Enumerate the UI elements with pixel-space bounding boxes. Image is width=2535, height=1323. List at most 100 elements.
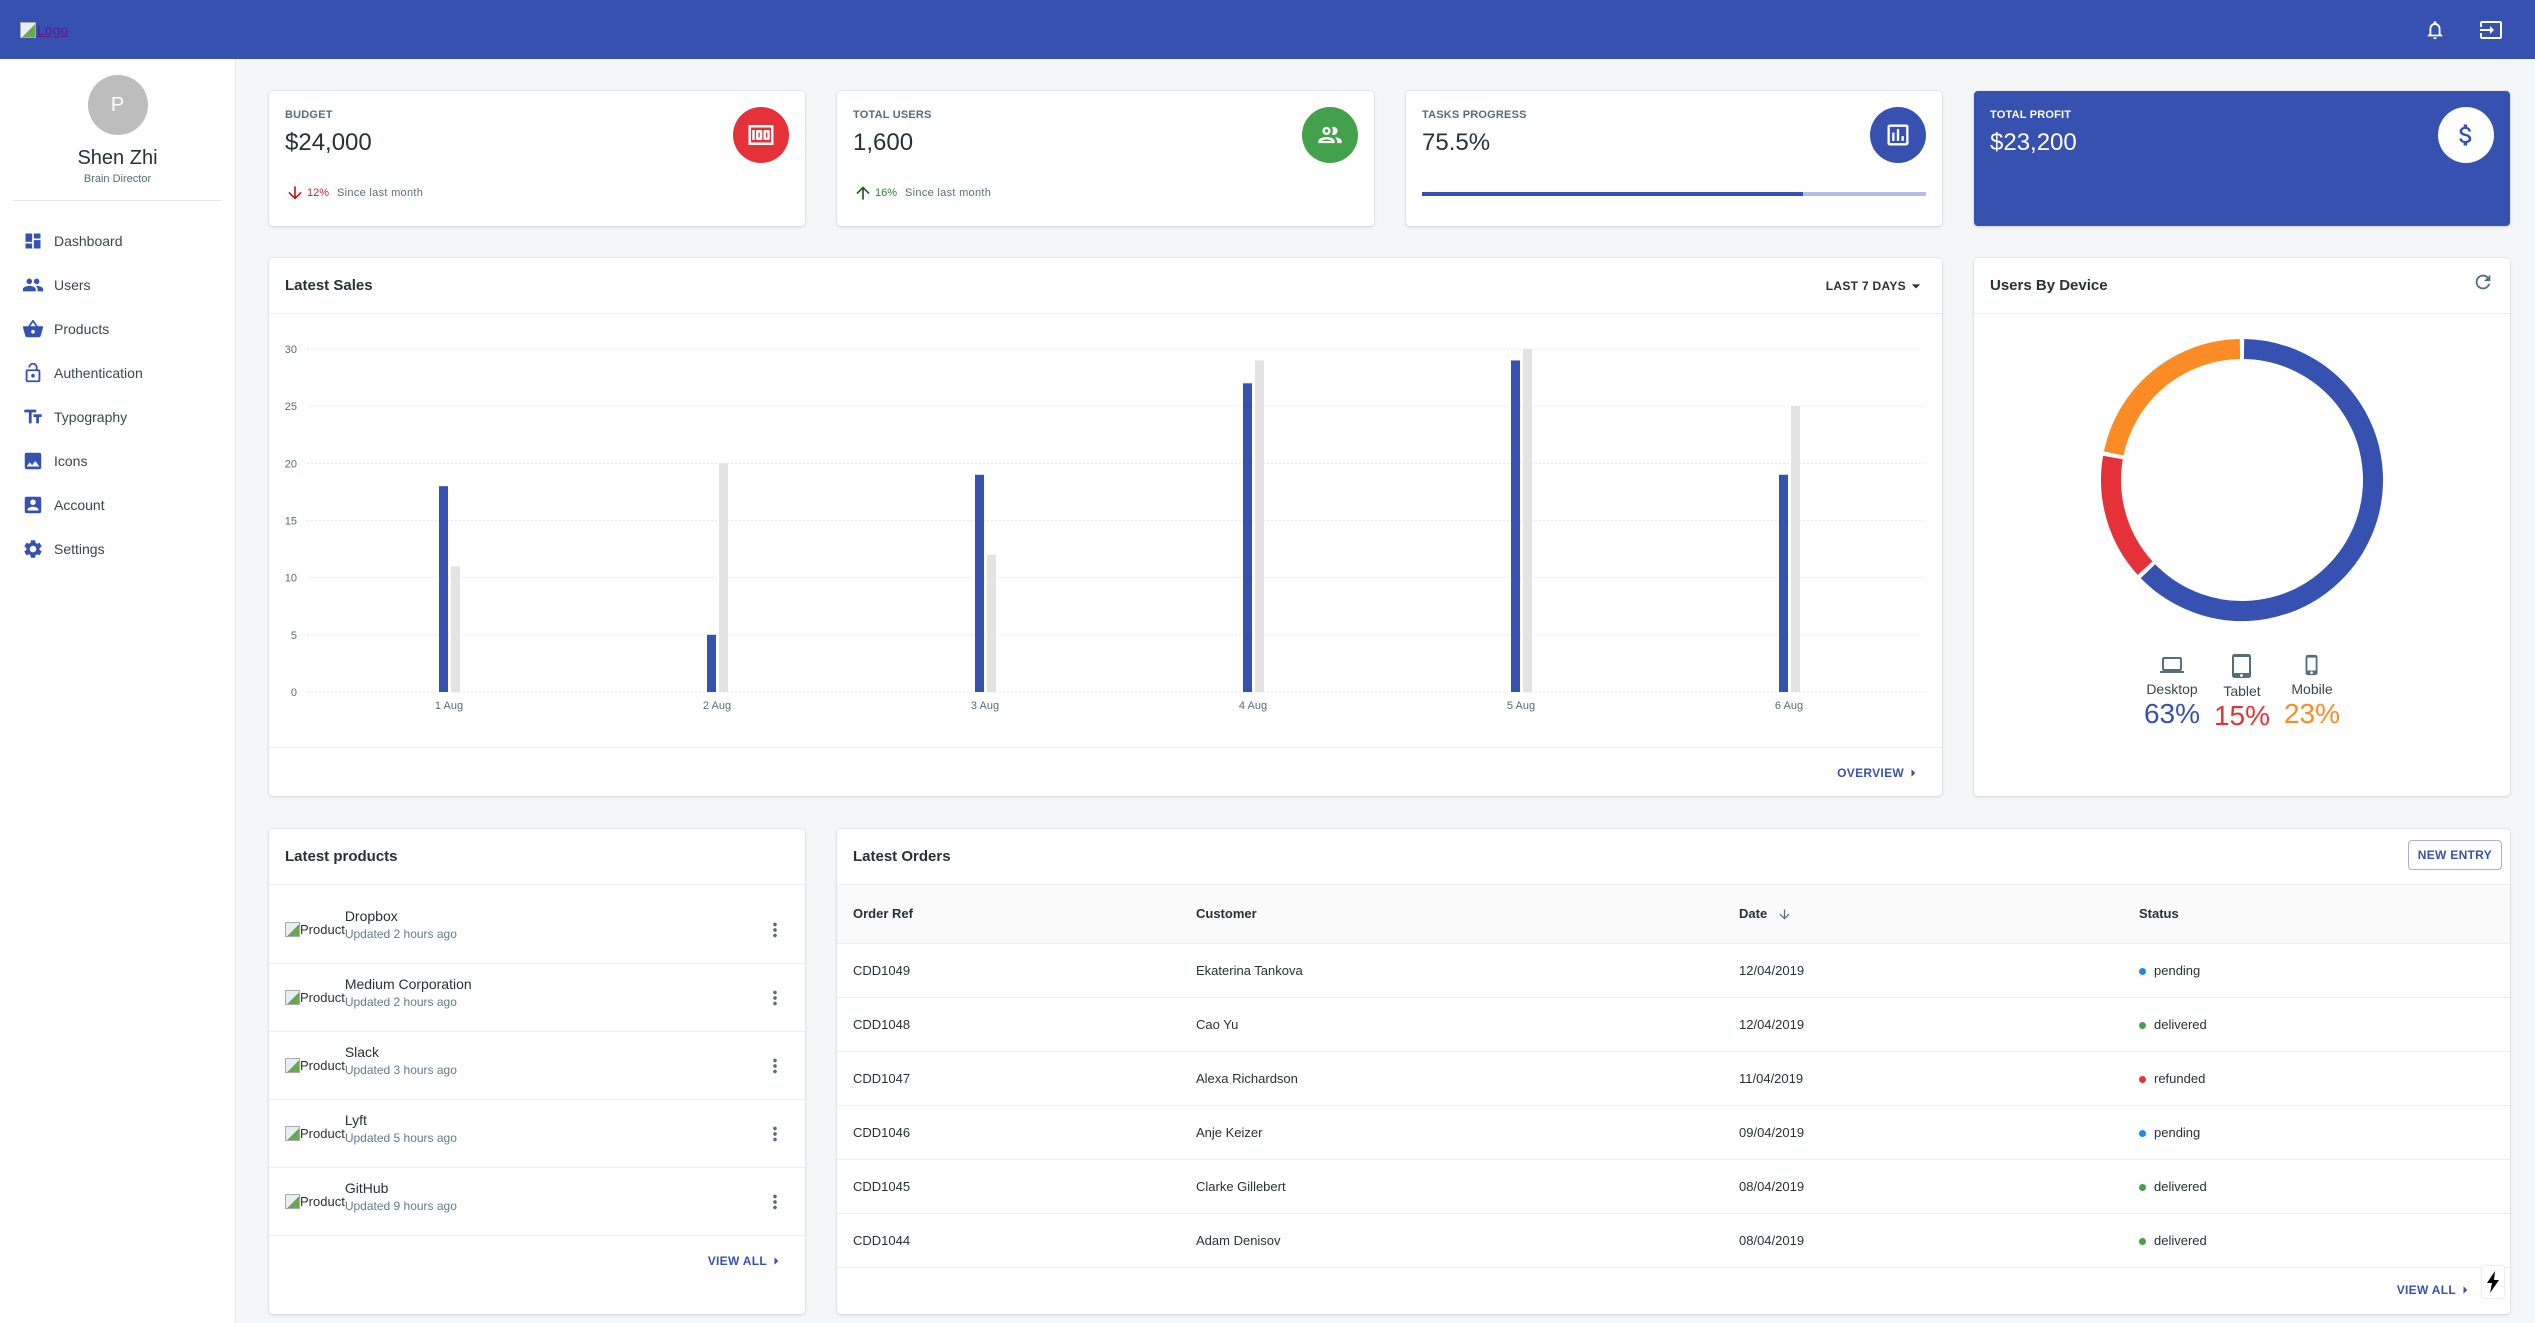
budget-diff-value: 12% [307, 187, 330, 199]
image-icon [22, 450, 44, 472]
x-tick-label: 1 Aug [435, 700, 463, 712]
bar-this-year[interactable] [707, 634, 716, 692]
order-row[interactable]: CDD1045 Clarke Gillebert 08/04/2019 deliver… [837, 1159, 2510, 1214]
bar-this-year[interactable] [1243, 383, 1252, 692]
quick-action-button[interactable] [2482, 1266, 2504, 1298]
tasks-progress-value: 75.5% [1422, 129, 1491, 156]
order-row[interactable]: CDD1049 Ekaterina Tankova 12/04/2019 pendin… [837, 943, 2510, 998]
sidebar-item-authentication[interactable]: Authentication [0, 351, 235, 395]
orders-view-all-link[interactable]: VIEW ALL [2397, 1281, 2474, 1299]
budget-title: BUDGET [285, 109, 333, 121]
bar-this-year[interactable] [1779, 474, 1788, 692]
sidebar-nav: Dashboard Users Products Authentication … [0, 201, 235, 571]
donut-slice-tablet[interactable] [2101, 455, 2153, 575]
date-range-dropdown[interactable]: LAST 7 DAYS [1826, 276, 1926, 296]
bar-last-year[interactable] [719, 463, 728, 692]
product-image: Product [285, 1194, 345, 1209]
order-row[interactable]: CDD1046 Anje Keizer 09/04/2019 pending [837, 1105, 2510, 1160]
bar-this-year[interactable] [439, 486, 448, 692]
donut-slice-desktop[interactable] [2140, 339, 2383, 621]
sidebar-item-typography[interactable]: Typography [0, 395, 235, 439]
bar-last-year[interactable] [451, 566, 460, 692]
broken-image-icon [20, 21, 36, 38]
sidebar: P Shen Zhi Brain Director Dashboard User… [0, 59, 236, 1323]
product-image-alt: Product [300, 1194, 345, 1209]
order-row[interactable]: CDD1044 Adam Denisov 08/04/2019 delivered [837, 1213, 2510, 1268]
shopping-basket-icon [22, 318, 44, 340]
status-dot [2139, 1183, 2146, 1191]
product-more-button[interactable] [763, 1190, 787, 1214]
order-status: delivered [2123, 1159, 2510, 1214]
more-vert-icon [773, 1194, 777, 1210]
arrow-downward-icon [288, 186, 302, 200]
order-ref: CDD1044 [837, 1213, 1180, 1268]
notifications-button[interactable] [2411, 6, 2459, 54]
product-text: Medium Corporation Updated 2 hours ago [345, 976, 472, 1009]
notifications-icon [2427, 20, 2443, 39]
order-customer: Adam Denisov [1180, 1213, 1723, 1268]
bar-last-year[interactable] [1255, 360, 1264, 692]
product-text: Slack Updated 3 hours ago [345, 1044, 457, 1077]
total-users-card: TOTAL USERS 1,600 16% Since last month [837, 91, 1374, 226]
phone-icon [2305, 654, 2318, 676]
device-donut-chart [2101, 339, 2383, 621]
x-tick-label: 2 Aug [703, 700, 731, 712]
y-tick-label: 10 [285, 573, 297, 585]
logo-link[interactable]: Logo [20, 21, 68, 38]
bar-last-year[interactable] [1791, 406, 1800, 692]
total-profit-card: TOTAL PROFIT $23,200 [1974, 91, 2510, 226]
product-more-button[interactable] [763, 918, 787, 942]
product-more-button[interactable] [763, 1054, 787, 1078]
bar-this-year[interactable] [1511, 360, 1520, 692]
products-view-all-link[interactable]: VIEW ALL [708, 1252, 785, 1270]
account-box-icon [22, 494, 44, 516]
product-list-item: Product Slack Updated 3 hours ago [269, 1032, 805, 1100]
device-legend: Desktop 63% Tablet 15% Mobile 23% [1974, 653, 2510, 732]
overview-link[interactable]: OVERVIEW [1837, 764, 1922, 782]
order-ref: CDD1047 [837, 1051, 1180, 1106]
sidebar-item-label: Dashboard [54, 233, 123, 249]
divider [269, 747, 1942, 748]
refresh-button[interactable] [2472, 271, 2494, 293]
sidebar-item-account[interactable]: Account [0, 483, 235, 527]
column-header-date[interactable]: Date [1723, 885, 2123, 944]
product-updated: Updated 2 hours ago [344, 927, 457, 941]
product-more-button[interactable] [763, 1122, 787, 1146]
laptop-icon [2160, 657, 2184, 673]
sidebar-item-dashboard[interactable]: Dashboard [0, 219, 235, 263]
top-bar: Logo [0, 0, 2535, 59]
view-all-label: VIEW ALL [707, 1254, 767, 1268]
product-image-alt: Product [300, 990, 345, 1005]
donut-slice-mobile[interactable] [2103, 339, 2241, 456]
bar-last-year[interactable] [1523, 349, 1532, 692]
new-entry-button[interactable]: NEW ENTRY [2407, 840, 2502, 870]
order-row[interactable]: CDD1047 Alexa Richardson 11/04/2019 refunde… [837, 1051, 2510, 1106]
bar-this-year[interactable] [975, 474, 984, 692]
sidebar-item-icons[interactable]: Icons [0, 439, 235, 483]
product-image-alt: Product [300, 1126, 345, 1141]
order-ref: CDD1049 [837, 943, 1180, 998]
product-image: Product [285, 922, 345, 937]
avatar[interactable]: P [87, 75, 148, 135]
product-more-button[interactable] [763, 986, 787, 1010]
sidebar-item-settings[interactable]: Settings [0, 527, 235, 571]
more-vert-icon [773, 1126, 777, 1142]
total-users-value: 1,600 [853, 129, 914, 156]
total-profit-title: TOTAL PROFIT [1990, 109, 2072, 121]
total-profit-icon-badge [2438, 107, 2494, 163]
sidebar-item-users[interactable]: Users [0, 263, 235, 307]
status-label: refunded [2154, 1070, 2206, 1086]
product-updated: Updated 9 hours ago [344, 1199, 457, 1213]
y-tick-label: 25 [285, 401, 297, 413]
status-label: pending [2154, 1124, 2201, 1140]
sidebar-item-label: Users [54, 277, 91, 293]
product-name: Lyft [344, 1112, 367, 1128]
latest-products-header: Latest products [269, 829, 805, 885]
product-name: Dropbox [344, 908, 398, 924]
bar-last-year[interactable] [987, 554, 996, 692]
sidebar-item-products[interactable]: Products [0, 307, 235, 351]
device-mobile: Mobile 23% [2284, 653, 2340, 732]
logout-button[interactable] [2467, 6, 2515, 54]
order-row[interactable]: CDD1048 Cao Yu 12/04/2019 delivered [837, 997, 2510, 1052]
orders-table: Order Ref Customer Date Status CDD1049 Ek… [837, 885, 2510, 1268]
